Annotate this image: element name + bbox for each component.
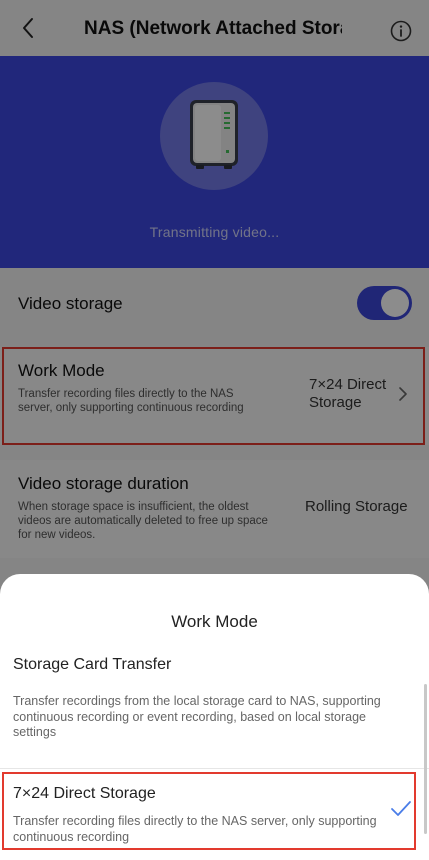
option-storage-card-transfer[interactable]: Storage Card Transfer Transfer recording… [0, 652, 429, 762]
option-title: Storage Card Transfer [13, 656, 172, 673]
sheet-scrollbar[interactable] [424, 684, 427, 834]
option-description: Transfer recordings from the local stora… [13, 694, 381, 739]
nas-settings-screen: NAS (Network Attached Storage) Transmitt… [0, 0, 429, 860]
sheet-title: Work Mode [171, 612, 258, 631]
direct-storage-highlight [2, 772, 416, 850]
option-divider [0, 768, 429, 769]
